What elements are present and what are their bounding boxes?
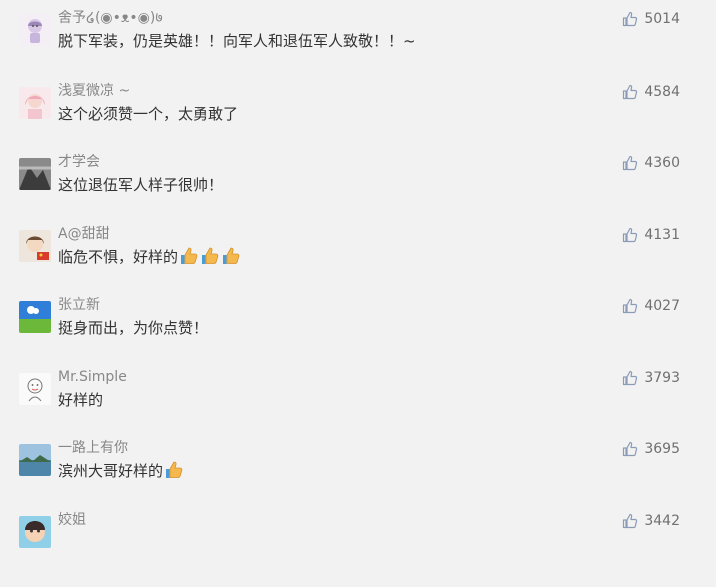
comment-username[interactable]: A@甜甜 <box>58 225 110 243</box>
avatar[interactable] <box>19 230 51 262</box>
comment-text: 滨州大哥好样的 <box>58 460 184 482</box>
like-button[interactable]: 4360 <box>622 153 680 173</box>
avatar[interactable] <box>19 444 51 476</box>
comment-item: 姣姐 3442 <box>0 512 716 587</box>
comment-text: 这个必须赞一个，太勇敢了 <box>58 105 239 123</box>
comment-text: 脱下军装，仍是英雄！！向军人和退伍军人致敬！！~ <box>58 32 416 50</box>
like-button[interactable]: 3442 <box>622 511 680 531</box>
avatar[interactable] <box>19 14 51 46</box>
comment-username[interactable]: 浅夏微凉 ~ <box>58 82 130 100</box>
like-count: 5014 <box>644 11 680 27</box>
thumbs-up-icon <box>623 370 638 386</box>
comment-text: 挺身而出，为你点赞！ <box>58 319 209 337</box>
avatar[interactable] <box>19 87 51 119</box>
comment-item: 才学会 这位退伍军人样子很帅！ 4360 <box>0 154 716 229</box>
comment-username[interactable]: 才学会 <box>58 153 100 171</box>
like-button[interactable]: 3793 <box>622 368 680 388</box>
thumbs-up-emoji <box>221 246 241 266</box>
thumbs-up-icon <box>623 513 638 529</box>
comment-item: 浅夏微凉 ~ 这个必须赞一个，太勇敢了 4584 <box>0 83 716 158</box>
like-count: 4584 <box>644 84 680 100</box>
thumbs-up-icon <box>623 155 638 171</box>
comment-text: 这位退伍军人样子很帅！ <box>58 176 224 194</box>
comment-list: 舍予໒(◉•ᴥ•◉)७ 脱下军装，仍是英雄！！向军人和退伍军人致敬！！~ 501… <box>0 0 716 548</box>
like-count: 4360 <box>644 155 680 171</box>
comment-text-content: 滨州大哥好样的 <box>58 462 164 480</box>
thumbs-up-icon <box>623 84 638 100</box>
comment-username[interactable]: 舍予໒(◉•ᴥ•◉)७ <box>58 9 163 27</box>
thumbs-up-emoji <box>179 246 199 266</box>
like-button[interactable]: 3695 <box>622 439 680 459</box>
like-count: 3442 <box>644 513 680 529</box>
comment-username[interactable]: 张立新 <box>58 296 100 314</box>
comment-text: 好样的 <box>58 391 104 409</box>
comment-item: 张立新 挺身而出，为你点赞！ 4027 <box>0 297 716 372</box>
comment-item: Mr.Simple 好样的 3793 <box>0 369 716 444</box>
avatar[interactable] <box>19 373 51 405</box>
thumbs-up-emoji <box>164 460 184 480</box>
like-button[interactable]: 5014 <box>622 9 680 29</box>
thumbs-up-icon <box>623 227 638 243</box>
avatar[interactable] <box>19 516 51 548</box>
comment-username[interactable]: 一路上有你 <box>58 439 128 457</box>
comment-item: 一路上有你 滨州大哥好样的 3695 <box>0 440 716 515</box>
avatar[interactable] <box>19 301 51 333</box>
comment-text-content: 临危不惧，好样的 <box>58 248 179 266</box>
thumbs-up-icon <box>623 298 638 314</box>
like-button[interactable]: 4584 <box>622 82 680 102</box>
comment-item: A@甜甜 临危不惧，好样的 4131 <box>0 226 716 301</box>
comment-item: 舍予໒(◉•ᴥ•◉)७ 脱下军装，仍是英雄！！向军人和退伍军人致敬！！~ 501… <box>0 10 716 85</box>
avatar[interactable] <box>19 158 51 190</box>
comment-username[interactable]: Mr.Simple <box>58 368 127 386</box>
like-count: 4027 <box>644 298 680 314</box>
thumbs-up-icon <box>623 441 638 457</box>
comment-username[interactable]: 姣姐 <box>58 511 86 529</box>
like-button[interactable]: 4027 <box>622 296 680 316</box>
like-button[interactable]: 4131 <box>622 225 680 245</box>
like-count: 3695 <box>644 441 680 457</box>
like-count: 4131 <box>644 227 680 243</box>
thumbs-up-icon <box>623 11 638 27</box>
comment-text: 临危不惧，好样的 <box>58 246 241 268</box>
thumbs-up-emoji <box>200 246 220 266</box>
like-count: 3793 <box>644 370 680 386</box>
